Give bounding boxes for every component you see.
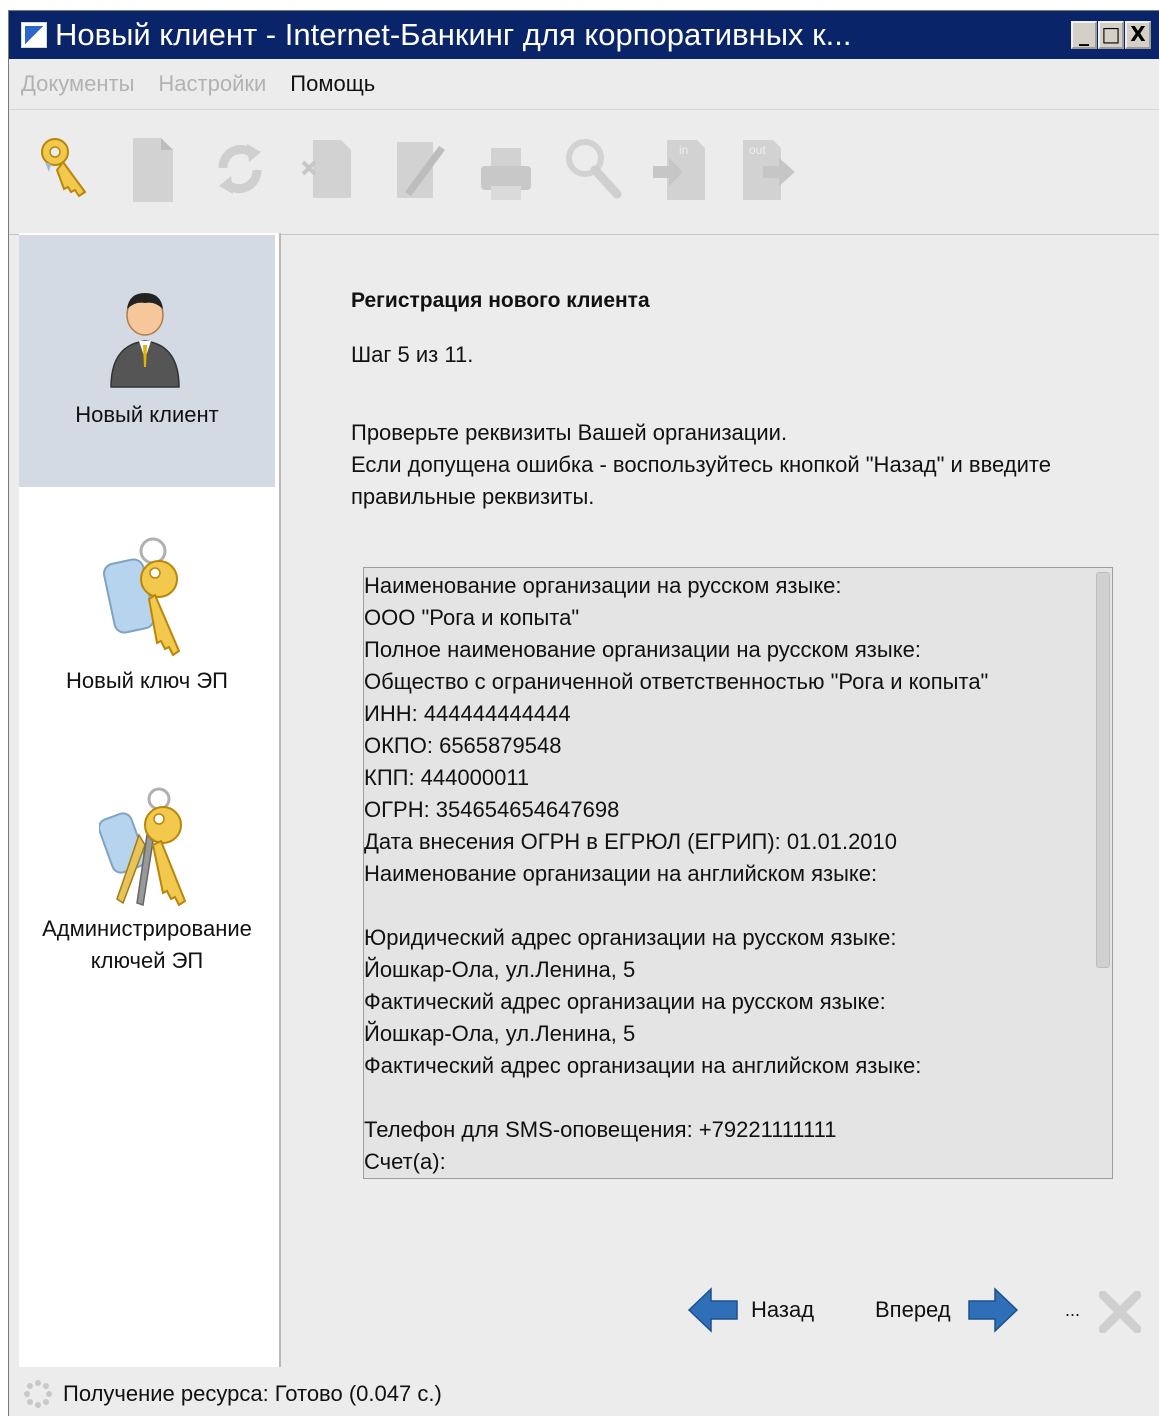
- menu-help[interactable]: Помощь: [278, 71, 387, 97]
- export-label: out: [749, 143, 766, 157]
- refresh-icon[interactable]: [209, 132, 271, 204]
- spinner-icon: [24, 1380, 52, 1408]
- menu-documents[interactable]: Документы: [9, 71, 146, 97]
- back-button[interactable]: Назад: [687, 1285, 814, 1335]
- details-line: [364, 890, 1094, 922]
- export-icon[interactable]: out: [737, 132, 799, 204]
- import-icon[interactable]: in: [649, 132, 711, 204]
- main-content: Регистрация нового клиента Шаг 5 из 11. …: [279, 233, 1159, 1367]
- close-button[interactable]: X: [1125, 21, 1151, 49]
- arrow-right-icon: [967, 1287, 1018, 1333]
- minimize-button[interactable]: _: [1071, 21, 1097, 49]
- app-window: Новый клиент - Internet-Банкинг для корп…: [8, 10, 1159, 1416]
- details-line: Наименование организации на русском язык…: [364, 573, 842, 598]
- details-line: Наименование организации на английском я…: [364, 861, 878, 886]
- sidebar-item-new-client[interactable]: Новый клиент: [19, 235, 275, 487]
- import-label: in: [679, 143, 688, 157]
- new-document-icon[interactable]: [121, 132, 183, 204]
- sidebar-item-label: Новый клиент: [75, 402, 219, 427]
- back-label: Назад: [751, 1297, 815, 1322]
- sidebar-item-label: Новый ключ ЭП: [66, 668, 228, 693]
- scrollbar-thumb[interactable]: [1096, 572, 1110, 968]
- status-text: Получение ресурса: Готово (0.047 с.): [63, 1381, 442, 1406]
- details-line: Йошкар-Ола, ул.Ленина, 5: [364, 1021, 636, 1046]
- step-indicator: Шаг 5 из 11.: [351, 342, 474, 367]
- sidebar-item-key-admin[interactable]: Администрирование ключей ЭП: [19, 781, 275, 991]
- user-icon: [110, 293, 180, 388]
- details-line: ОГРН: 354654654647698: [364, 797, 620, 822]
- details-line: КПП: 444000011: [364, 765, 530, 790]
- details-textarea[interactable]: Наименование организации на русском язык…: [363, 567, 1113, 1179]
- instruction-text: Проверьте реквизиты Вашей организации.: [351, 420, 788, 445]
- keys-bunch-icon: [99, 787, 187, 907]
- toolbar: in out: [9, 109, 1159, 235]
- title-bar[interactable]: Новый клиент - Internet-Банкинг для корп…: [9, 11, 1159, 59]
- edit-document-icon[interactable]: [387, 132, 449, 204]
- forward-label: Вперед: [875, 1297, 951, 1322]
- keys-icon[interactable]: [35, 132, 97, 204]
- search-icon[interactable]: [561, 132, 623, 204]
- menu-bar: Документы Настройки Помощь: [9, 59, 1159, 109]
- forward-button[interactable]: Вперед: [875, 1285, 1019, 1335]
- details-line: ИНН: 444444444444: [364, 701, 571, 726]
- sidebar-item-new-key[interactable]: Новый ключ ЭП: [19, 523, 275, 723]
- delete-document-icon[interactable]: [299, 132, 361, 204]
- details-line: [364, 1082, 1094, 1114]
- key-icon: [103, 537, 181, 657]
- details-line: Полное наименование организации на русск…: [364, 637, 921, 662]
- details-line: Общество с ограниченной ответственностью…: [364, 669, 989, 694]
- instruction-text: Если допущена ошибка - воспользуйтесь кн…: [351, 452, 1051, 509]
- print-icon[interactable]: [475, 132, 537, 204]
- details-line: Дата внесения ОГРН в ЕГРЮЛ (ЕГРИП): 01.0…: [364, 829, 898, 854]
- maximize-button[interactable]: □: [1098, 21, 1124, 49]
- arrow-left-icon: [687, 1287, 738, 1333]
- more-button[interactable]: ...: [1065, 1285, 1080, 1335]
- details-line: Счет(а):: [364, 1149, 446, 1174]
- details-line: ОКПО: 6565879548: [364, 733, 562, 758]
- details-line: Йошкар-Ола, ул.Ленина, 5: [364, 957, 636, 982]
- details-line: Телефон для SMS-оповещения: +79221111111: [364, 1117, 837, 1142]
- details-line: ООО "Рога и копыта": [364, 605, 580, 630]
- close-icon[interactable]: [1099, 1291, 1141, 1333]
- details-line: Фактический адрес организации на русском…: [364, 989, 886, 1014]
- details-content: Наименование организации на русском язык…: [364, 570, 1094, 1178]
- sidebar-item-label: Администрирование ключей ЭП: [42, 916, 252, 973]
- details-line: Фактический адрес организации на английс…: [364, 1053, 922, 1078]
- window-title: Новый клиент - Internet-Банкинг для корп…: [55, 17, 852, 52]
- page-title: Регистрация нового клиента: [351, 289, 650, 312]
- sidebar: Новый клиент Новый ключ ЭП Администриров…: [19, 233, 281, 1367]
- app-icon: [21, 22, 47, 48]
- details-line: Юридический адрес организации на русском…: [364, 925, 897, 950]
- menu-settings[interactable]: Настройки: [146, 71, 278, 97]
- status-bar: Получение ресурса: Готово (0.047 с.): [9, 1371, 1159, 1417]
